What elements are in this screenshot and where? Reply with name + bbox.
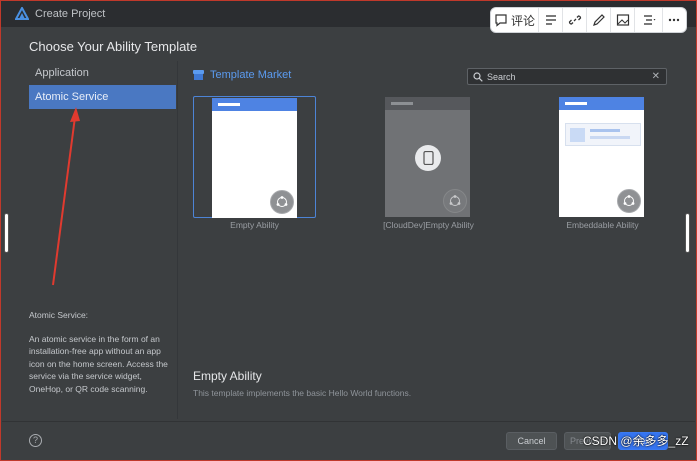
outline-button[interactable] <box>539 8 563 32</box>
page-title: Choose Your Ability Template <box>29 39 198 54</box>
preview-line <box>590 136 630 139</box>
image-icon <box>616 14 629 26</box>
template-card-embeddable-ability[interactable] <box>541 96 664 218</box>
template-label-clouddev-empty-ability: [CloudDev]Empty Ability <box>383 220 474 230</box>
link-icon <box>568 15 581 25</box>
template-market-label: Template Market <box>210 69 292 81</box>
pen-icon <box>592 14 605 26</box>
template-search-box[interactable]: ✕ <box>467 68 667 85</box>
preview-line <box>590 129 620 132</box>
search-input[interactable] <box>487 71 647 82</box>
device-icon <box>415 145 441 171</box>
search-icon <box>473 71 483 82</box>
preview-header-bar <box>385 97 470 110</box>
ability-badge-icon <box>270 190 294 214</box>
more-button[interactable] <box>663 8 685 32</box>
sidebar-divider <box>177 61 178 419</box>
align-icon <box>643 15 655 25</box>
store-icon <box>193 70 204 80</box>
comment-label: 评论 <box>510 13 535 28</box>
dialog-window: Create Project Choose Your Ability Templ… <box>0 0 697 461</box>
selected-template-description: This template implements the basic Hello… <box>193 388 412 398</box>
help-icon[interactable]: ? <box>29 434 42 447</box>
preview-header-bar <box>212 98 297 111</box>
category-description-text: An atomic service in the form of an inst… <box>29 333 168 394</box>
sidebar-item-atomic-service[interactable]: Atomic Service <box>29 85 176 109</box>
image-button[interactable] <box>611 8 635 32</box>
edit-button[interactable] <box>587 8 611 32</box>
resize-handle-left[interactable] <box>4 213 9 253</box>
selected-template-title: Empty Ability <box>193 369 262 383</box>
category-description-title: Atomic Service: <box>29 310 89 320</box>
comment-button[interactable]: 评论 <box>491 8 539 32</box>
embedded-widget-preview <box>565 123 641 146</box>
more-icon <box>668 18 680 22</box>
template-market-link[interactable]: Template Market <box>193 69 291 81</box>
sidebar-item-application[interactable]: Application <box>29 61 176 85</box>
template-card-clouddev-empty-ability[interactable] <box>367 96 490 218</box>
category-description: Atomic Service: An atomic service in the… <box>29 309 174 395</box>
deveco-logo-icon <box>15 7 29 20</box>
outline-icon <box>545 15 556 25</box>
cancel-button[interactable]: Cancel <box>506 432 557 450</box>
align-dropdown[interactable] <box>635 8 663 32</box>
template-card-empty-ability[interactable] <box>193 96 316 218</box>
clear-search-icon[interactable]: ✕ <box>652 71 660 82</box>
comment-icon <box>495 14 507 27</box>
image-icon <box>570 128 585 142</box>
csdn-floating-toolbar: 评论 <box>490 7 687 33</box>
ability-badge-icon <box>617 189 641 213</box>
link-button[interactable] <box>563 8 587 32</box>
csdn-watermark: CSDN @余多多_zZ <box>583 434 689 448</box>
template-label-empty-ability: Empty Ability <box>230 220 279 230</box>
ability-badge-icon <box>443 189 467 213</box>
template-label-embeddable-ability: Embeddable Ability <box>566 220 639 230</box>
resize-handle-right[interactable] <box>685 213 690 253</box>
window-title: Create Project <box>35 8 106 20</box>
preview-header-bar <box>559 97 644 110</box>
